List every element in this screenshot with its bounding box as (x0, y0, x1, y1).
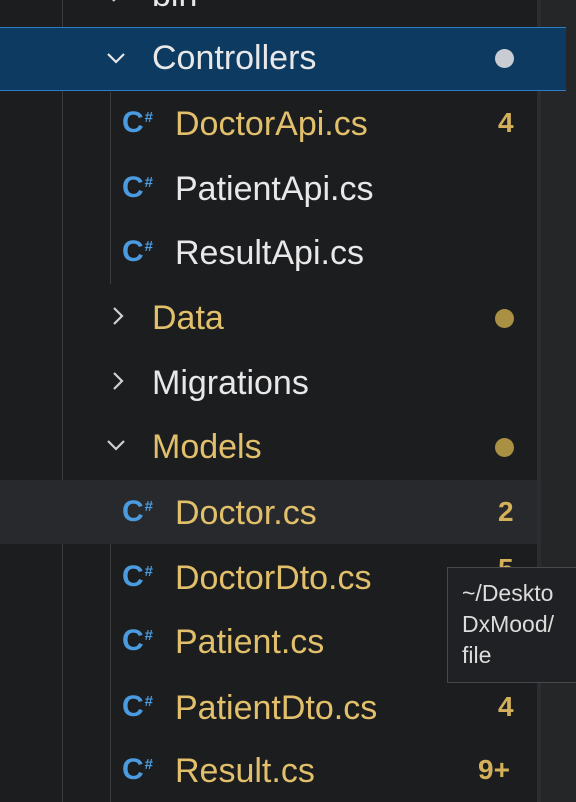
tree-file-patientdto[interactable]: C# PatientDto.cs 4 (0, 675, 537, 739)
tree-item-bin[interactable]: bin (0, 0, 537, 26)
tree-file-resultapi[interactable]: C# ResultApi.cs (0, 220, 537, 284)
modified-dot (495, 49, 514, 68)
tree-file-patientapi[interactable]: C# PatientApi.cs (0, 156, 537, 220)
file-label: PatientApi.cs (175, 170, 374, 208)
folder-label: Data (152, 299, 224, 337)
tooltip-line: DxMood/ (462, 611, 555, 637)
path-tooltip: ~/Deskto DxMood/ file (447, 567, 576, 683)
chevron-right-icon (113, 307, 124, 325)
csharp-file-icon: C# (122, 171, 154, 204)
chevron-right-icon (113, 372, 124, 390)
modified-dot (495, 438, 514, 457)
file-label: Doctor.cs (175, 494, 317, 532)
folder-label: Migrations (152, 364, 309, 402)
problem-count-badge: 4 (498, 107, 514, 138)
tree-folder-models[interactable]: Models (0, 414, 537, 478)
tree-folder-controllers[interactable]: Controllers (0, 27, 566, 91)
file-label: Patient.cs (175, 623, 325, 661)
problem-count-badge: 4 (498, 691, 514, 722)
tree-folder-migrations[interactable]: Migrations (0, 350, 537, 414)
tree-file-doctorapi[interactable]: C# DoctorApi.cs 4 (0, 91, 537, 155)
modified-dot (495, 309, 514, 328)
folder-label: Controllers (152, 39, 317, 77)
csharp-file-icon: C# (122, 624, 154, 657)
csharp-file-icon: C# (122, 690, 154, 723)
tree-file-doctor[interactable]: C# Doctor.cs 2 (0, 480, 537, 544)
file-explorer-tree: bin Controllers C# DoctorApi.cs 4 C# Pat… (0, 0, 576, 802)
chevron-right-icon (112, 0, 116, 2)
tree-folder-data[interactable]: Data (0, 285, 537, 349)
chevron-down-icon (107, 53, 125, 64)
tree-item-label: bin (152, 0, 197, 14)
csharp-file-icon: C# (122, 560, 154, 593)
csharp-file-icon: C# (122, 495, 154, 528)
file-label: PatientDto.cs (175, 689, 378, 727)
tooltip-line: file (462, 642, 492, 668)
file-label: Result.cs (175, 752, 315, 790)
csharp-file-icon: C# (122, 106, 154, 139)
problem-count-badge: 9+ (478, 754, 510, 785)
file-label: ResultApi.cs (175, 234, 364, 272)
csharp-file-icon: C# (122, 753, 154, 786)
chevron-down-icon (107, 440, 125, 451)
tree-file-result[interactable]: C# Result.cs 9+ (0, 738, 537, 802)
problem-count-badge: 2 (498, 496, 514, 527)
tooltip-line: ~/Deskto (462, 580, 554, 606)
file-label: DoctorApi.cs (175, 105, 368, 143)
file-label: DoctorDto.cs (175, 559, 372, 597)
folder-label: Models (152, 428, 262, 466)
csharp-file-icon: C# (122, 235, 154, 268)
